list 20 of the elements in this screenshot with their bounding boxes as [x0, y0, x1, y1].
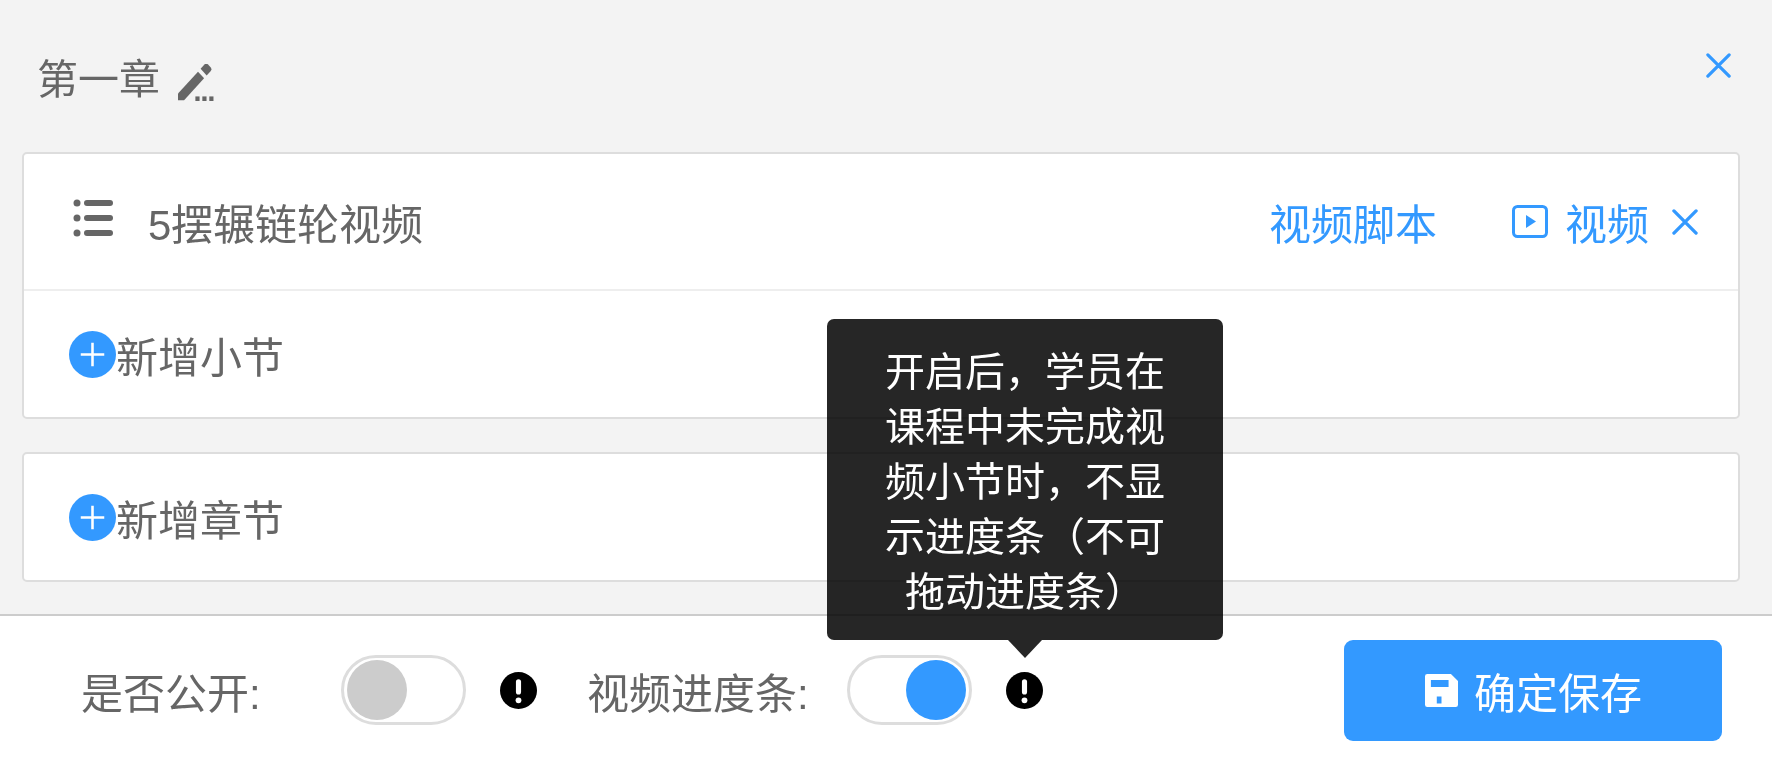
- pencil-icon[interactable]: [178, 63, 214, 101]
- video-link[interactable]: 视频: [1512, 191, 1649, 252]
- add-chapter-button[interactable]: 新增章节: [69, 486, 284, 548]
- script-link[interactable]: 视频脚本: [1269, 191, 1437, 252]
- plus-circle-icon: [69, 493, 116, 541]
- save-button[interactable]: 确定保存: [1344, 639, 1722, 741]
- add-section-button[interactable]: 新增小节: [69, 323, 284, 385]
- close-icon[interactable]: [1706, 53, 1731, 78]
- exclamation-icon[interactable]: [1006, 671, 1043, 709]
- plus-circle-icon: [69, 330, 116, 378]
- section-title: 5摆辗链轮视频: [148, 201, 424, 251]
- close-icon[interactable]: [1672, 208, 1698, 235]
- tooltip: 开启后，学员在课程中未完成视频小节时，不显示进度条（不可拖动进度条）: [826, 318, 1223, 658]
- setting-label: 视频进度条:: [587, 669, 810, 720]
- setting-label: 是否公开:: [81, 669, 262, 720]
- exclamation-icon[interactable]: [500, 671, 537, 709]
- list-icon[interactable]: [73, 198, 113, 237]
- video-icon: [1512, 205, 1548, 238]
- save-icon: [1424, 673, 1458, 707]
- chapter-title: 第一章: [37, 56, 160, 105]
